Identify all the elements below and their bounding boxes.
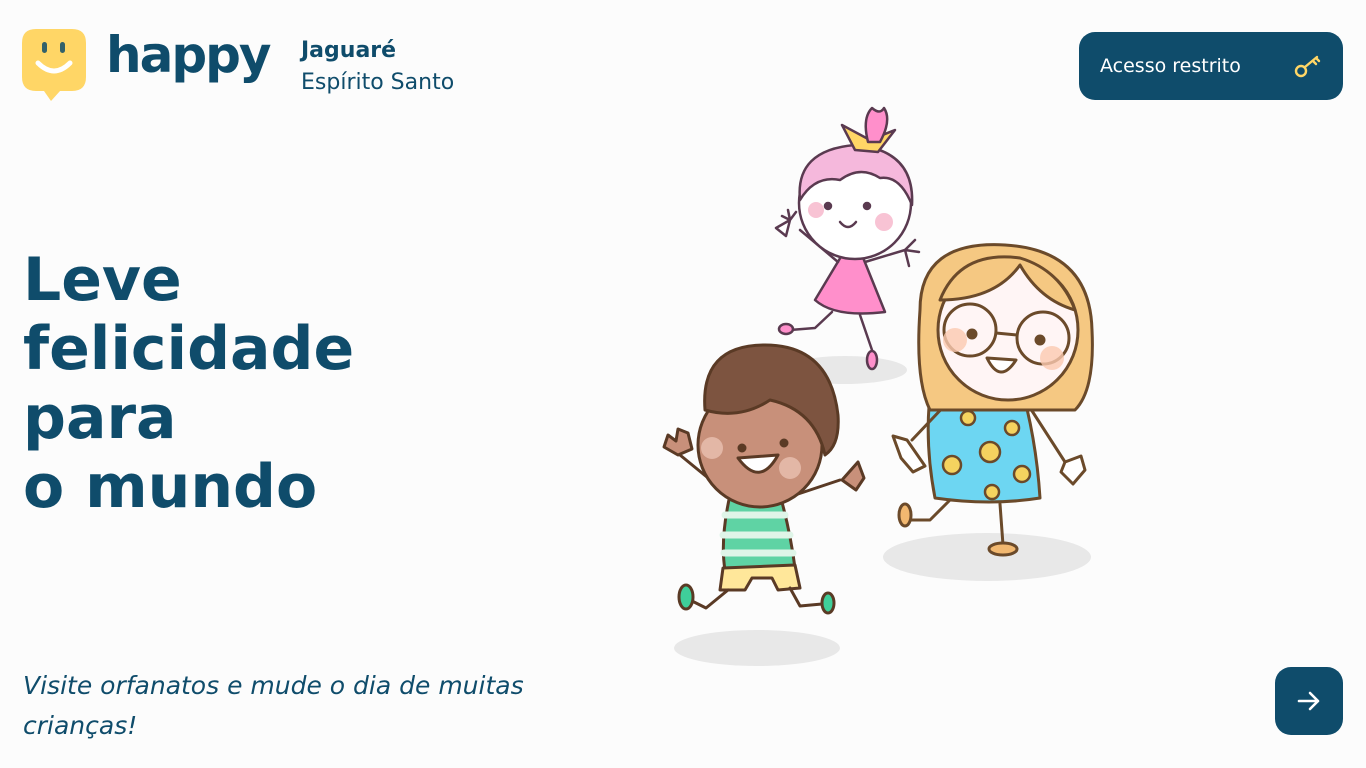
brand-name: happy [106,26,272,84]
headline-line: para [23,383,177,453]
location-state: Espírito Santo [301,69,455,95]
location-city: Jaguaré [301,38,397,63]
restricted-access-label: Acesso restrito [1100,55,1241,77]
happy-logo-icon [22,29,86,101]
headline-line: o mundo [23,452,318,522]
kids-illustration [662,106,1094,666]
location-info: Jaguaré Espírito Santo [301,35,454,99]
hero-headline: Leve felicidade para o mundo [23,246,354,522]
headline-line: Leve [23,245,182,315]
headline-line: felicidade [23,314,355,384]
next-button[interactable] [1275,667,1343,735]
arrow-right-icon [1297,691,1320,711]
landing-page: happy Jaguaré Espírito Santo Acesso rest… [0,0,1366,768]
restricted-access-button[interactable]: Acesso restrito [1079,32,1343,100]
key-icon [1294,55,1321,78]
hero-tagline: Visite orfanatos e mude o dia de muitas … [23,671,524,740]
